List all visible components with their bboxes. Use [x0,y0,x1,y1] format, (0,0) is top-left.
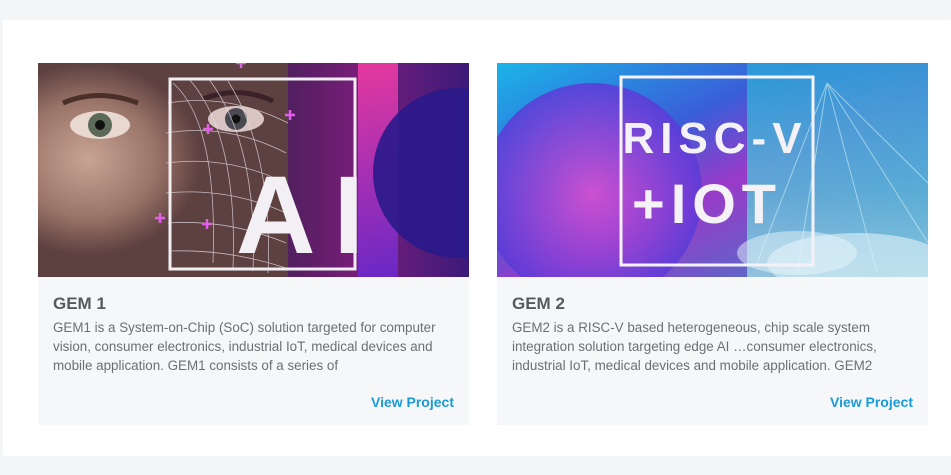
riscv-image-text: RISC-V [622,114,807,163]
riscv-iot-image: RISC-V +IOT [497,63,928,277]
ai-face-image: AI [38,63,469,277]
project-image-gem2[interactable]: RISC-V +IOT [497,63,928,277]
project-description: GEM1 is a System-on-Chip (SoC) solution … [53,320,436,373]
iot-image-text: +IOT [632,172,782,235]
project-title: GEM 2 [512,294,565,313]
project-description: GEM2 is a RISC-V based heterogeneous, ch… [512,320,877,373]
view-project-link[interactable]: View Project [830,394,913,410]
project-card-gem1: AI GEM 1 GEM1 is a System-on-Chip (SoC) … [38,63,469,425]
ai-image-text: AI [236,154,382,277]
project-card-gem2: RISC-V +IOT GEM 2 GEM2 is a RISC-V based… [497,63,928,425]
view-project-link[interactable]: View Project [371,394,454,410]
projects-panel: AI GEM 1 GEM1 is a System-on-Chip (SoC) … [3,20,951,456]
project-title: GEM 1 [53,294,106,313]
project-image-gem1[interactable]: AI [38,63,469,277]
